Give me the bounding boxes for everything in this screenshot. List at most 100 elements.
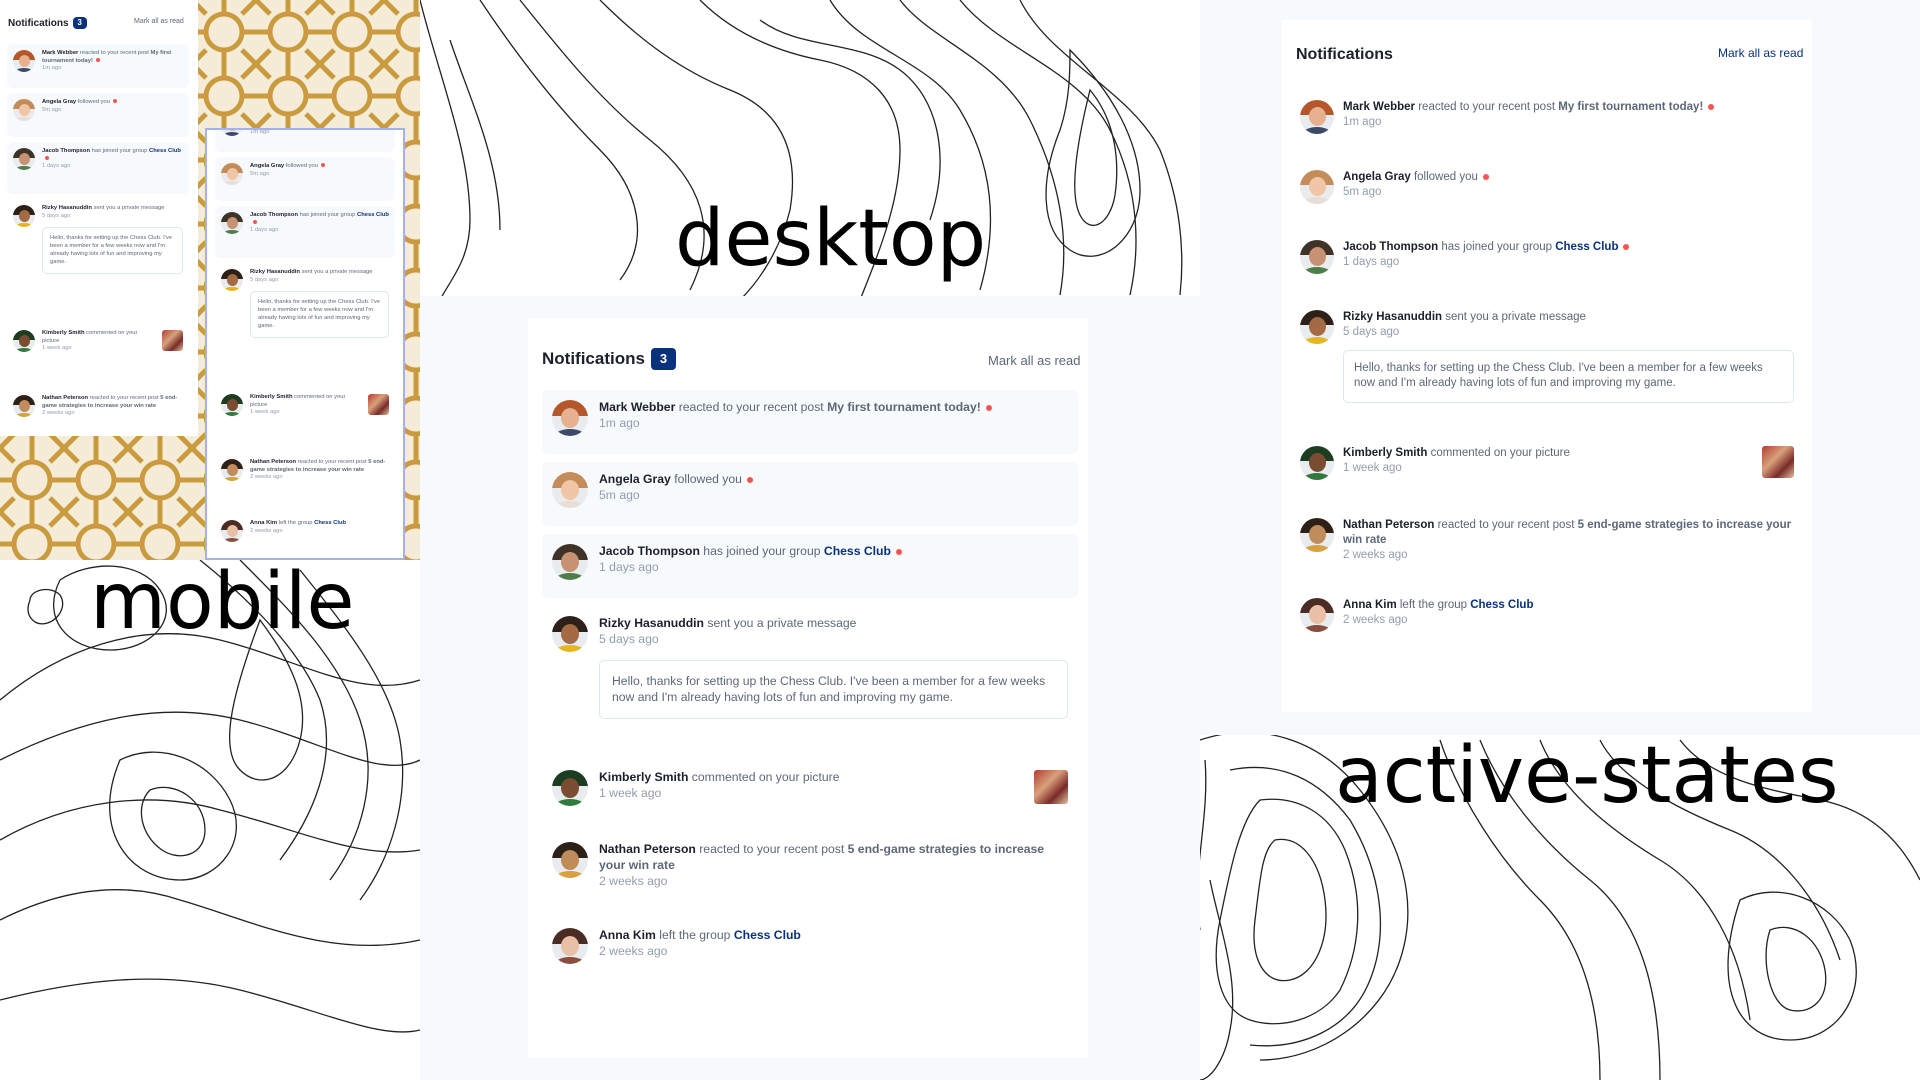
private-message[interactable]: Hello, thanks for setting up the Chess C…	[599, 659, 1068, 719]
group-link[interactable]: Chess Club	[357, 212, 389, 218]
group-link[interactable]: Chess Club	[314, 520, 346, 526]
avatar-anna-kim-icon[interactable]	[1300, 598, 1334, 632]
actor-name[interactable]: Nathan Peterson	[599, 842, 696, 856]
avatar-angela-gray-icon[interactable]	[221, 163, 243, 185]
avatar-jacob-thompson-icon[interactable]	[1300, 240, 1334, 274]
actor-name[interactable]: Anna Kim	[1343, 599, 1397, 611]
private-message[interactable]: Hello, thanks for setting up the Chess C…	[250, 291, 389, 339]
actor-name[interactable]: Jacob Thompson	[250, 212, 298, 218]
avatar-jacob-thompson-icon[interactable]	[221, 212, 243, 234]
avatar-kimberly-smith-icon[interactable]	[13, 330, 35, 352]
notification-item[interactable]: Jacob Thompson has joined your group Che…	[542, 534, 1078, 598]
group-link[interactable]: Chess Club	[1470, 599, 1533, 611]
chess-picture-thumbnail-icon[interactable]	[1762, 446, 1794, 478]
chess-picture-thumbnail-icon[interactable]	[368, 394, 389, 415]
post-link[interactable]: My first tournament today!	[1558, 101, 1703, 113]
actor-name[interactable]: Angela Gray	[1343, 171, 1411, 183]
notification-item[interactable]: Mark Webber reacted to your recent post …	[542, 390, 1078, 454]
chess-picture-thumbnail-icon[interactable]	[1034, 770, 1068, 804]
avatar-angela-gray-icon[interactable]	[552, 472, 588, 508]
notification-item[interactable]: Jacob Thompson has joined your group Che…	[1292, 232, 1802, 296]
actor-name[interactable]: Kimberly Smith	[599, 770, 688, 784]
avatar-kimberly-smith-icon[interactable]	[552, 770, 588, 806]
actor-name[interactable]: Anna Kim	[599, 928, 656, 942]
avatar-angela-gray-icon[interactable]	[1300, 170, 1334, 204]
avatar-anna-kim-icon[interactable]	[221, 520, 243, 542]
notification-item[interactable]: Mark Webber reacted to your recent post …	[1292, 92, 1802, 156]
actor-name[interactable]: Anna Kim	[250, 520, 277, 526]
actor-name[interactable]: Mark Webber	[599, 400, 675, 414]
avatar-rizky-hasanuddin-icon[interactable]	[13, 205, 35, 227]
notification-item[interactable]: Angela Gray followed you 5m ago	[1292, 162, 1802, 226]
actor-name[interactable]: Kimberly Smith	[42, 330, 85, 336]
notification-item[interactable]: Jacob Thompson has joined your group Che…	[7, 142, 189, 194]
mark-all-read-button[interactable]: Mark all as read	[134, 18, 184, 25]
group-link[interactable]: Chess Club	[824, 544, 891, 558]
avatar-kimberly-smith-icon[interactable]	[1300, 446, 1334, 480]
actor-name[interactable]: Jacob Thompson	[42, 148, 90, 154]
private-message[interactable]: Hello, thanks for setting up the Chess C…	[1343, 349, 1794, 403]
notification-item[interactable]: Rizky Hasanuddin sent you a private mess…	[1292, 302, 1802, 432]
actor-name[interactable]: Rizky Hasanuddin	[1343, 311, 1442, 323]
private-message[interactable]: Hello, thanks for setting up the Chess C…	[42, 227, 183, 275]
chess-picture-thumbnail-icon[interactable]	[162, 330, 183, 351]
notification-item[interactable]: Nathan Peterson reacted to your recent p…	[7, 389, 189, 436]
mark-all-read-button[interactable]: Mark all as read	[988, 353, 1080, 368]
notification-item[interactable]: Angela Gray followed you 5m ago	[7, 93, 189, 137]
actor-name[interactable]: Angela Gray	[42, 99, 76, 105]
actor-name[interactable]: Angela Gray	[599, 472, 671, 486]
actor-name[interactable]: Mark Webber	[1343, 101, 1415, 113]
mark-all-read-button[interactable]: Mark all as read	[1718, 46, 1803, 60]
avatar-kimberly-smith-icon[interactable]	[221, 394, 243, 416]
notification-item[interactable]: Rizky Hasanuddin sent you a private mess…	[542, 606, 1078, 752]
notification-item[interactable]: Anna Kim left the group Chess Club 2 week…	[215, 514, 395, 554]
post-link[interactable]: My first tournament today!	[827, 400, 981, 414]
avatar-nathan-peterson-icon[interactable]	[1300, 518, 1334, 552]
avatar-rizky-hasanuddin-icon[interactable]	[552, 616, 588, 652]
group-link[interactable]: Chess Club	[734, 928, 801, 942]
avatar-jacob-thompson-icon[interactable]	[13, 148, 35, 170]
notification-item[interactable]: Angela Gray followed you 5m ago	[542, 462, 1078, 526]
notification-item[interactable]: Jacob Thompson has joined your group Che…	[215, 206, 395, 258]
actor-name[interactable]: Jacob Thompson	[599, 544, 700, 558]
notification-item[interactable]: Kimberly Smith commented on your picture…	[542, 760, 1078, 824]
notification-item[interactable]: Mark Webber reacted to your recent post …	[7, 44, 189, 88]
actor-name[interactable]: Nathan Peterson	[1343, 519, 1434, 531]
notification-item[interactable]: Anna Kim left the group Chess Club 2 week…	[1292, 590, 1802, 650]
avatar-jacob-thompson-icon[interactable]	[552, 544, 588, 580]
notification-item[interactable]: Rizky Hasanuddin sent you a private mess…	[7, 199, 189, 319]
actor-name[interactable]: Rizky Hasanuddin	[250, 269, 300, 275]
actor-name[interactable]: Mark Webber	[42, 50, 78, 56]
actor-name[interactable]: Rizky Hasanuddin	[42, 205, 92, 211]
avatar-mark-webber-icon[interactable]	[221, 130, 243, 136]
actor-name[interactable]: Nathan Peterson	[250, 459, 296, 465]
group-link[interactable]: Chess Club	[149, 148, 181, 154]
avatar-mark-webber-icon[interactable]	[13, 50, 35, 72]
actor-name[interactable]: Rizky Hasanuddin	[599, 616, 704, 630]
actor-name[interactable]: Kimberly Smith	[1343, 447, 1427, 459]
notification-item[interactable]: Rizky Hasanuddin sent you a private mess…	[215, 263, 395, 383]
avatar-nathan-peterson-icon[interactable]	[13, 395, 35, 417]
avatar-rizky-hasanuddin-icon[interactable]	[1300, 310, 1334, 344]
notification-item[interactable]: Nathan Peterson reacted to your recent p…	[1292, 510, 1802, 584]
notification-item[interactable]: Kimberly Smith commented on your picture…	[215, 388, 395, 448]
avatar-mark-webber-icon[interactable]	[1300, 100, 1334, 134]
actor-name[interactable]: Angela Gray	[250, 163, 284, 169]
actor-name[interactable]: Nathan Peterson	[42, 395, 88, 401]
group-link[interactable]: Chess Club	[1555, 241, 1618, 253]
notification-item[interactable]: Angela Gray followed you 5m ago	[215, 157, 395, 201]
notification-item[interactable]: Kimberly Smith commented on your picture…	[1292, 438, 1802, 504]
avatar-nathan-peterson-icon[interactable]	[552, 842, 588, 878]
actor-name[interactable]: Jacob Thompson	[1343, 241, 1438, 253]
avatar-mark-webber-icon[interactable]	[552, 400, 588, 436]
actor-name[interactable]: Kimberly Smith	[250, 394, 293, 400]
notification-item[interactable]: Nathan Peterson reacted to your recent p…	[215, 453, 395, 509]
notification-item[interactable]: Kimberly Smith commented on your picture…	[7, 324, 189, 384]
avatar-angela-gray-icon[interactable]	[13, 99, 35, 121]
notification-item[interactable]: Anna Kim left the group Chess Club 2 week…	[542, 918, 1078, 978]
avatar-anna-kim-icon[interactable]	[552, 928, 588, 964]
notification-item[interactable]: Mark Webber reacted to your recent post …	[215, 130, 395, 152]
avatar-rizky-hasanuddin-icon[interactable]	[221, 269, 243, 291]
notification-item[interactable]: Nathan Peterson reacted to your recent p…	[542, 832, 1078, 910]
avatar-nathan-peterson-icon[interactable]	[221, 459, 243, 481]
